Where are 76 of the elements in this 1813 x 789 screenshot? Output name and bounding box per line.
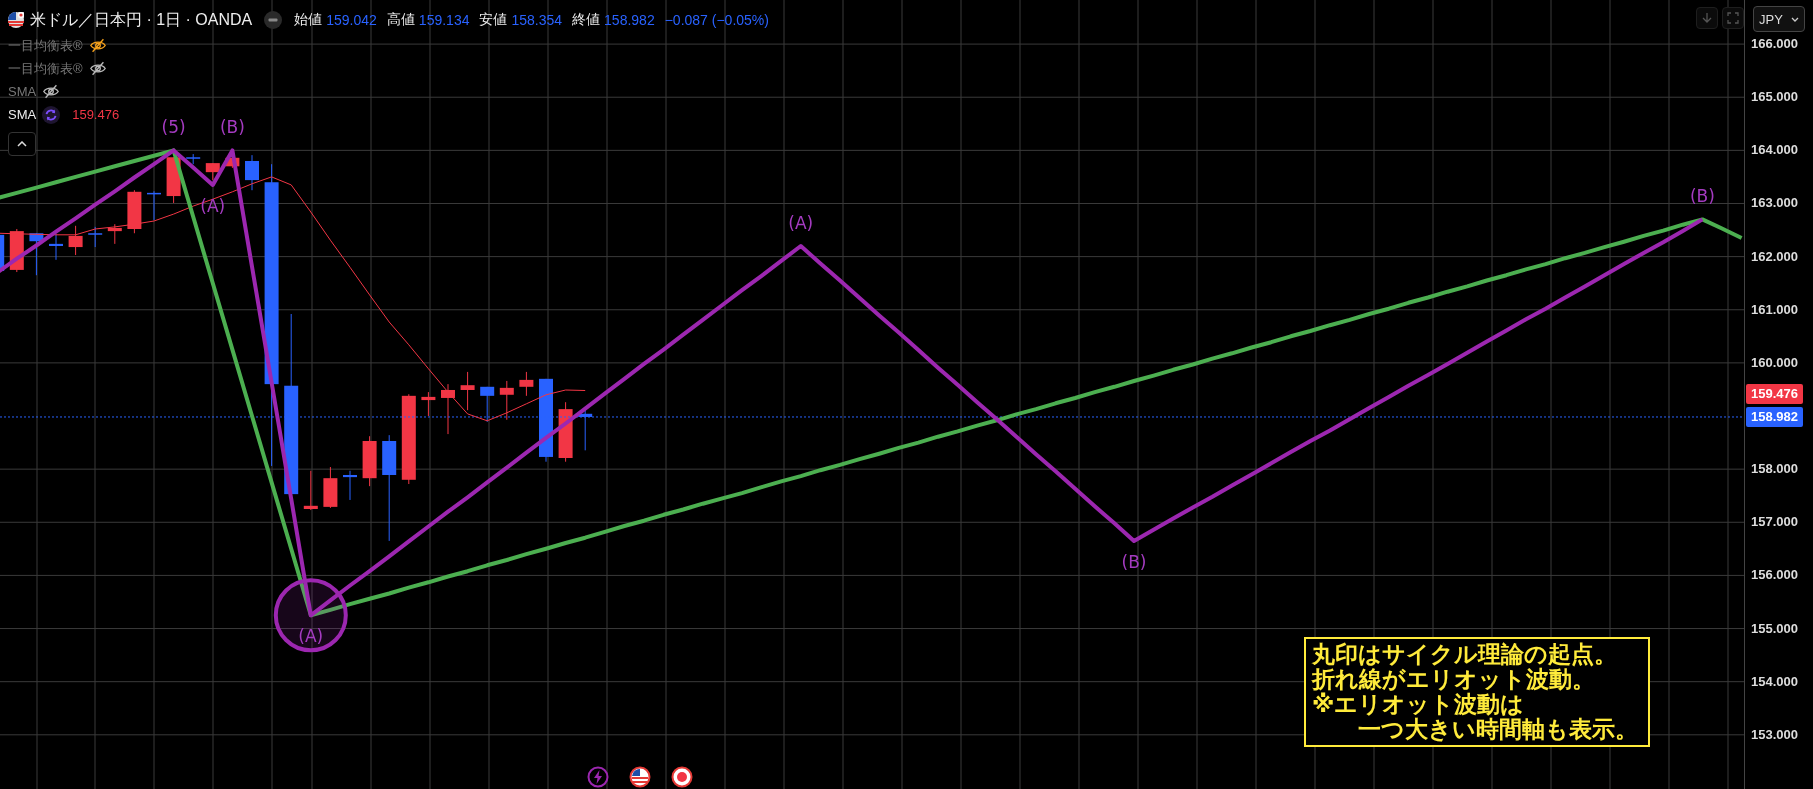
price-tick: 162.000 — [1751, 247, 1798, 266]
price-tick: 163.000 — [1751, 194, 1798, 213]
eye-slash-icon[interactable] — [88, 38, 107, 53]
collapse-icon[interactable] — [264, 11, 283, 29]
candlestick — [460, 371, 475, 411]
quote-label: 高値 — [386, 11, 415, 29]
candlestick — [421, 391, 436, 417]
quote-label: 始値 — [294, 11, 323, 29]
flag-icon — [8, 12, 24, 28]
candlestick — [303, 470, 318, 511]
indicator-name[interactable]: SMA — [8, 107, 37, 122]
price-change: −0.087 (−0.05%) — [664, 12, 769, 28]
wave-label: (A) — [298, 626, 324, 647]
quote-label: 安値 — [479, 11, 508, 29]
note-text: 丸印はサイクル理論の起点。 折れ線がエリオット波動。 ※エリオット波動は 一つ大きい時間軸も表示。 — [1304, 637, 1650, 747]
flag-icon[interactable] — [629, 766, 651, 788]
price-tick: 160.000 — [1751, 353, 1798, 372]
quote-value: 159.042 — [326, 12, 377, 28]
price-tick: 154.000 — [1751, 672, 1798, 691]
price-tick: 161.000 — [1751, 300, 1798, 319]
candlestick — [225, 155, 240, 169]
price-tick: 166.000 — [1751, 35, 1798, 54]
candlestick — [245, 154, 259, 191]
price-badge: 158.982 — [1746, 406, 1803, 427]
candlestick — [68, 225, 83, 256]
indicator-name[interactable]: 一目均衡表® — [8, 36, 83, 55]
price-tick: 158.000 — [1751, 460, 1798, 479]
lightning-icon[interactable] — [587, 766, 609, 788]
wave-label: (A) — [788, 213, 814, 233]
corners-icon — [1727, 12, 1739, 24]
price-tick: 164.000 — [1751, 141, 1798, 160]
candlestick — [519, 371, 534, 397]
chevron-up-icon — [17, 141, 27, 147]
candlestick — [186, 153, 201, 165]
candlestick — [499, 380, 514, 421]
candlestick — [127, 189, 142, 234]
price-tick: 155.000 — [1751, 619, 1798, 638]
candlestick — [147, 190, 161, 221]
candlestick — [362, 435, 377, 487]
candlestick — [49, 233, 63, 261]
wave-label: (5) — [161, 117, 186, 138]
quote-value: 158.354 — [511, 12, 563, 28]
price-tick: 157.000 — [1751, 513, 1798, 532]
candlestick — [480, 386, 495, 423]
refresh-icon[interactable] — [42, 105, 61, 124]
wave-label: (B) — [1121, 551, 1147, 572]
wave-label: (B) — [219, 117, 245, 138]
quote-label: 終値 — [572, 11, 601, 29]
price-badge: 159.476 — [1746, 383, 1803, 404]
quote-value: 158.982 — [604, 12, 655, 28]
price-tick: 156.000 — [1751, 566, 1798, 585]
indicator-value: 159.476 — [72, 107, 120, 122]
candlestick — [441, 383, 455, 435]
eye-slash-icon[interactable] — [42, 84, 61, 99]
indicator-name[interactable]: 一目均衡表® — [8, 59, 83, 78]
price-tick: 153.000 — [1751, 725, 1798, 744]
candlestick — [88, 226, 103, 248]
symbol-title: 米ドル／日本円 · 1日 · OANDA — [30, 9, 253, 30]
record-icon[interactable] — [671, 766, 693, 788]
candlestick — [343, 470, 357, 501]
arrow-down-icon — [1701, 12, 1713, 24]
collapse-button[interactable] — [8, 132, 36, 156]
currency-dropdown[interactable]: JPY — [1753, 6, 1805, 32]
wave-label: (A) — [200, 195, 226, 216]
candlestick — [0, 234, 5, 271]
candlestick — [578, 408, 593, 451]
candlestick — [323, 466, 338, 509]
price-tick: 165.000 — [1751, 88, 1798, 107]
candlestick — [205, 162, 220, 181]
candlestick — [107, 223, 122, 245]
indicator-name[interactable]: SMA — [8, 84, 37, 99]
caret-icon — [1790, 16, 1799, 22]
wave-label: (B) — [1689, 186, 1715, 207]
eye-slash-icon[interactable] — [88, 61, 107, 76]
quote-value: 159.134 — [418, 12, 470, 28]
candlestick — [29, 232, 44, 276]
